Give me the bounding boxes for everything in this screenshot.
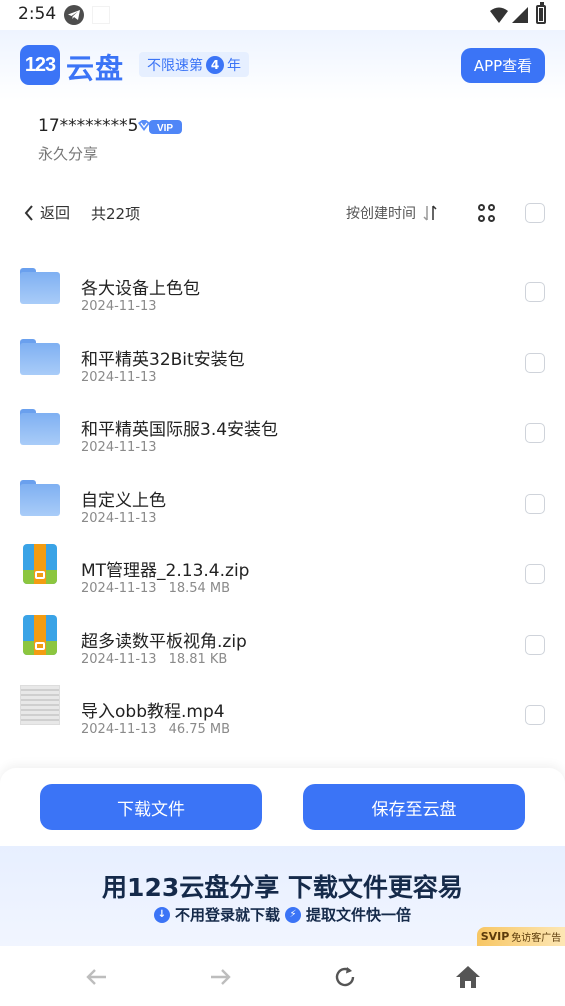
video-thumbnail xyxy=(20,685,60,725)
list-item[interactable]: 和平精英32Bit安装包 2024-11-13 xyxy=(0,327,565,398)
browser-nav-bar xyxy=(0,946,565,1006)
promo-feature-1: 不用登录就下载 xyxy=(174,906,280,924)
brand-name: 云盘 xyxy=(66,52,125,85)
telegram-icon xyxy=(64,5,84,25)
back-arrow-icon[interactable] xyxy=(84,964,110,990)
sort-button[interactable]: 按创建时间 xyxy=(346,203,438,223)
file-date: 2024-11-13 xyxy=(81,440,157,455)
file-name: 和平精英国际服3.4安装包 xyxy=(81,420,279,440)
download-arrow-icon: ↓ xyxy=(153,906,170,923)
action-bar: 下载文件 保存至云盘 xyxy=(0,768,565,846)
list-item[interactable]: 和平精英国际服3.4安装包 2024-11-13 xyxy=(0,397,565,468)
reload-icon[interactable] xyxy=(332,964,358,990)
back-label: 返回 xyxy=(40,204,71,222)
promo-title: 用123云盘分享 下载文件更容易 xyxy=(102,873,463,902)
file-meta: 2024-11-13 xyxy=(81,440,157,455)
select-all-checkbox[interactable] xyxy=(525,203,545,223)
svip-badge: SVIP xyxy=(480,930,510,943)
file-date: 2024-11-13 xyxy=(81,722,157,737)
save-to-cloud-button[interactable]: 保存至云盘 xyxy=(303,784,525,830)
status-bar: 2:54 xyxy=(0,0,565,30)
list-item[interactable]: 导入obb教程.mp4 2024-11-13 46.75 MB xyxy=(0,679,565,750)
file-toolbar: 返回 共22项 按创建时间 xyxy=(0,196,565,230)
vip-badge: VIP xyxy=(138,120,182,134)
chevron-left-icon xyxy=(24,204,33,221)
download-button[interactable]: 下载文件 xyxy=(40,784,262,830)
file-name: 和平精英32Bit安装包 xyxy=(81,349,245,370)
row-checkbox[interactable] xyxy=(525,564,545,584)
logo: 123 xyxy=(20,45,60,85)
file-date: 2024-11-13 xyxy=(81,299,157,314)
list-item[interactable]: MT管理器_2.13.4.zip 2024-11-13 18.54 MB xyxy=(0,538,565,609)
speed-badge-suffix: 年 xyxy=(227,57,241,74)
file-size: 46.75 MB xyxy=(168,722,231,737)
file-date: 2024-11-13 xyxy=(81,651,157,667)
notification-icon xyxy=(92,6,110,24)
item-count: 共22项 xyxy=(91,205,141,223)
zip-file-icon xyxy=(20,544,60,584)
file-name: 各大设备上色包 xyxy=(81,279,200,299)
home-icon[interactable] xyxy=(455,964,481,990)
forward-arrow-icon[interactable] xyxy=(207,964,233,990)
row-checkbox[interactable] xyxy=(525,634,545,655)
folder-icon xyxy=(20,333,60,375)
file-name: 导入obb教程.mp4 xyxy=(81,702,225,722)
list-item[interactable]: 自定义上色 2024-11-13 xyxy=(0,468,565,539)
speed-badge-number: 4 xyxy=(206,55,224,74)
promo-banner[interactable]: 用123云盘分享 下载文件更容易 ↓ 不用登录就下载 ⚡ 提取文件快一倍 SVI… xyxy=(0,846,565,946)
file-date: 2024-11-13 xyxy=(81,510,157,526)
zip-file-icon xyxy=(20,614,60,655)
row-checkbox[interactable] xyxy=(525,282,545,302)
share-user: 17********5 xyxy=(38,116,139,136)
file-list: 各大设备上色包 2024-11-13 和平精英32Bit安装包 2024-11-… xyxy=(0,256,565,750)
speed-badge: 不限速第 4 年 xyxy=(139,52,249,77)
file-name: MT管理器_2.13.4.zip xyxy=(81,561,250,581)
promo-feature-2: 提取文件快一倍 xyxy=(306,906,412,924)
file-name: 超多读数平板视角.zip xyxy=(81,631,247,652)
list-item[interactable]: 超多读数平板视角.zip 2024-11-13 18.81 KB xyxy=(0,609,565,680)
file-meta: 2024-11-13 46.75 MB xyxy=(81,722,230,737)
status-time: 2:54 xyxy=(18,4,57,24)
sort-icon xyxy=(423,205,437,221)
promo-features: ↓ 不用登录就下载 ⚡ 提取文件快一倍 xyxy=(0,904,565,925)
row-checkbox[interactable] xyxy=(525,423,545,443)
file-size: 18.81 KB xyxy=(168,651,228,667)
svip-text: 免访客广告 xyxy=(511,933,562,944)
app-view-button[interactable]: APP查看 xyxy=(461,48,545,83)
row-checkbox[interactable] xyxy=(525,705,545,725)
back-button[interactable]: 返回 xyxy=(24,202,70,223)
file-meta: 2024-11-13 18.54 MB xyxy=(81,581,230,596)
file-date: 2024-11-13 xyxy=(81,369,157,385)
lightning-icon: ⚡ xyxy=(285,906,301,923)
row-checkbox[interactable] xyxy=(525,493,545,514)
header: 123 云盘 不限速第 4 年 APP查看 xyxy=(0,30,565,100)
folder-icon xyxy=(20,474,60,516)
battery-icon xyxy=(536,2,546,24)
share-type: 永久分享 xyxy=(38,145,99,163)
file-name: 自定义上色 xyxy=(81,490,166,511)
folder-icon xyxy=(20,403,60,445)
file-meta: 2024-11-13 18.81 KB xyxy=(81,652,227,667)
file-meta: 2024-11-13 xyxy=(81,299,157,314)
wifi-icon xyxy=(490,7,508,23)
sort-label: 按创建时间 xyxy=(346,206,416,222)
list-item[interactable]: 各大设备上色包 2024-11-13 xyxy=(0,256,565,327)
speed-badge-prefix: 不限速第 xyxy=(147,57,203,74)
row-checkbox[interactable] xyxy=(525,352,545,373)
signal-icon xyxy=(512,7,528,23)
file-size: 18.54 MB xyxy=(168,581,231,596)
folder-icon xyxy=(20,262,60,304)
vip-label: VIP xyxy=(157,123,173,134)
grid-view-icon[interactable] xyxy=(478,204,496,222)
file-meta: 2024-11-13 xyxy=(81,370,157,385)
file-date: 2024-11-13 xyxy=(81,581,157,596)
file-meta: 2024-11-13 xyxy=(81,511,157,526)
svip-ad-free-tag[interactable]: SVIP 免访客广告 xyxy=(477,927,565,946)
